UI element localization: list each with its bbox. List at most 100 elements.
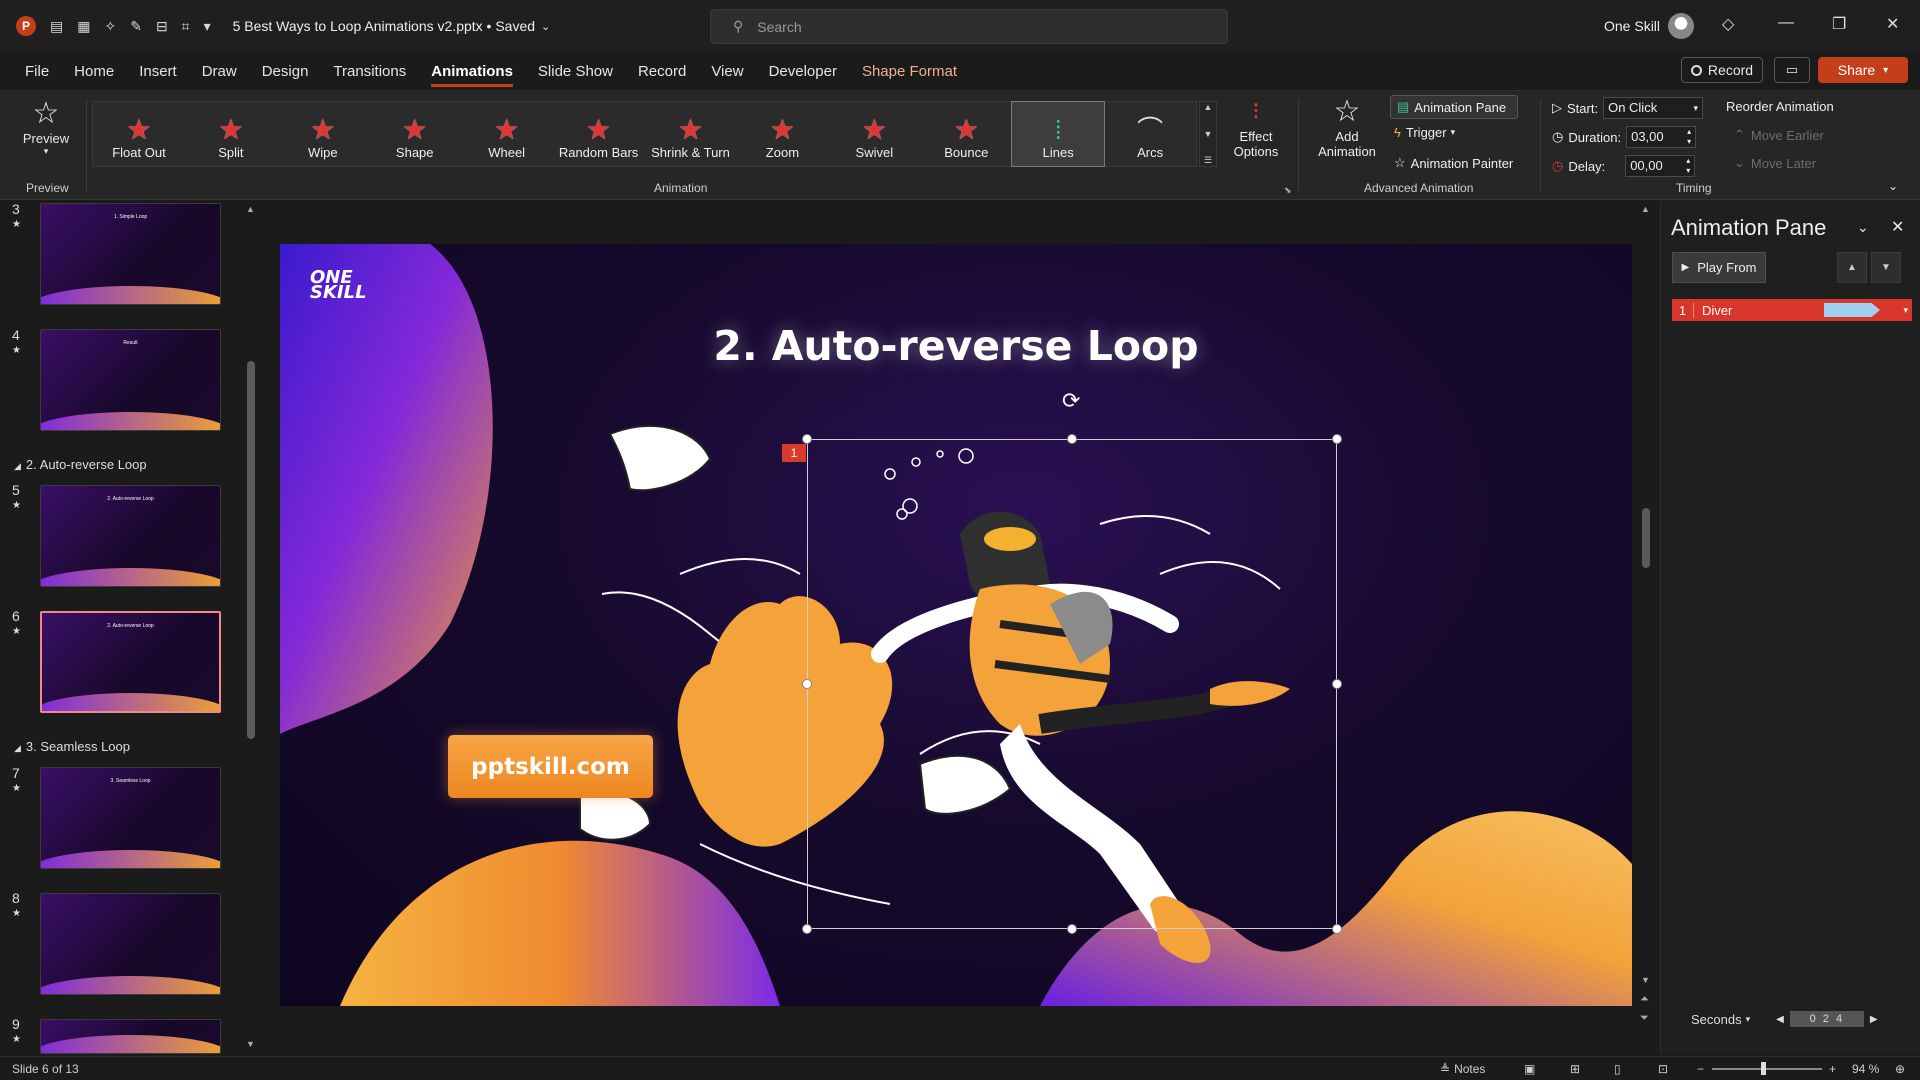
- tab-transitions[interactable]: Transitions: [333, 63, 406, 80]
- move-later-button[interactable]: ⌄ Move Later: [1734, 155, 1816, 171]
- animation-painter-button[interactable]: ☆ Animation Painter: [1394, 155, 1513, 171]
- slide-canvas[interactable]: ONE SKILL 2. Auto-reverse Loop pptskill.…: [280, 244, 1632, 1006]
- anim-shape[interactable]: ★ Shape: [369, 102, 461, 166]
- anim-swivel[interactable]: ★ Swivel: [828, 102, 920, 166]
- spinner-icon[interactable]: ▴ ▾: [1687, 127, 1691, 147]
- close-icon[interactable]: ✕: [1891, 217, 1904, 237]
- diamond-icon[interactable]: ◇: [1722, 14, 1734, 34]
- slide-thumbnail-8[interactable]: [40, 893, 221, 995]
- tab-design[interactable]: Design: [262, 63, 309, 80]
- resize-handle[interactable]: [1332, 924, 1342, 934]
- record-button[interactable]: Record: [1681, 57, 1763, 83]
- tab-view[interactable]: View: [711, 63, 743, 80]
- anim-shrink-turn[interactable]: ★ Shrink & Turn: [645, 102, 737, 166]
- zoom-out-icon[interactable]: −: [1697, 1062, 1704, 1076]
- anim-wipe[interactable]: ★ Wipe: [277, 102, 369, 166]
- customize-toolbar-icon[interactable]: ▾: [204, 18, 211, 35]
- search-box[interactable]: ⚲ Search: [710, 9, 1228, 44]
- resize-handle[interactable]: [802, 924, 812, 934]
- animation-list-item[interactable]: 1 Diver ▾: [1672, 299, 1912, 321]
- notes-button[interactable]: ≜ Notes: [1440, 1062, 1485, 1076]
- slide-sorter-icon[interactable]: ⊞: [1570, 1062, 1580, 1076]
- animation-order-badge[interactable]: 1: [782, 444, 806, 462]
- slide-scrollbar[interactable]: [1642, 508, 1650, 568]
- zoom-level[interactable]: 94 %: [1852, 1062, 1879, 1076]
- layout-icon[interactable]: ▦: [77, 18, 90, 35]
- add-animation-button[interactable]: ☆ Add Animation: [1304, 95, 1390, 159]
- dialog-launcher-icon[interactable]: ⬊: [1284, 185, 1292, 196]
- preview-button[interactable]: ☆ Preview ▾: [14, 97, 78, 157]
- anim-float-out[interactable]: ★ Float Out: [93, 102, 185, 166]
- chevron-down-icon[interactable]: ⌄: [541, 20, 550, 33]
- tab-animations[interactable]: Animations: [431, 63, 513, 87]
- anim-split[interactable]: ★ Split: [185, 102, 277, 166]
- restore-icon[interactable]: ❐: [1832, 14, 1846, 34]
- shape-icon[interactable]: ✧: [104, 18, 116, 35]
- resize-handle[interactable]: [1067, 434, 1077, 444]
- chevron-down-icon[interactable]: ▾: [1746, 1014, 1751, 1025]
- slide-thumbnail-4[interactable]: Result: [40, 329, 221, 431]
- anim-zoom[interactable]: ★ Zoom: [736, 102, 828, 166]
- scroll-down-icon[interactable]: ▼: [1641, 975, 1650, 985]
- comments-button[interactable]: ▭: [1774, 57, 1810, 83]
- timeline-unit[interactable]: Seconds: [1691, 1012, 1742, 1027]
- draw-icon[interactable]: ✎: [130, 18, 142, 35]
- previous-slide-icon[interactable]: ⏶: [1640, 993, 1649, 1006]
- zoom-in-icon[interactable]: +: [1829, 1062, 1836, 1076]
- resize-handle[interactable]: [1332, 434, 1342, 444]
- tab-draw[interactable]: Draw: [202, 63, 237, 80]
- minimize-icon[interactable]: —: [1778, 14, 1794, 32]
- move-up-button[interactable]: ▲: [1837, 252, 1867, 283]
- reading-view-icon[interactable]: ▯: [1614, 1062, 1621, 1076]
- rotate-handle-icon[interactable]: ⟳: [1062, 388, 1080, 414]
- scroll-down-icon[interactable]: ▼: [246, 1039, 255, 1049]
- slide-thumbnail-3[interactable]: 1. Simple Loop: [40, 203, 221, 305]
- anim-arcs[interactable]: ⌒ Arcs: [1104, 102, 1196, 166]
- next-slide-icon[interactable]: ⏷: [1640, 1012, 1649, 1025]
- tab-shape-format[interactable]: Shape Format: [862, 63, 957, 80]
- tab-insert[interactable]: Insert: [139, 63, 177, 80]
- more-icon[interactable]: ☰: [1204, 155, 1212, 166]
- tab-record[interactable]: Record: [638, 63, 686, 80]
- resize-handle[interactable]: [802, 679, 812, 689]
- slide-thumbnail-6[interactable]: 2. Auto-reverse Loop: [40, 611, 221, 713]
- play-from-button[interactable]: ▶ Play From: [1672, 252, 1766, 283]
- section-header[interactable]: ◢ 3. Seamless Loop: [14, 739, 130, 754]
- section-header[interactable]: ◢ 2. Auto-reverse Loop: [14, 457, 147, 472]
- collapse-ribbon-icon[interactable]: ⌄: [1888, 179, 1898, 193]
- close-icon[interactable]: ✕: [1886, 14, 1899, 34]
- anim-random-bars[interactable]: ★ Random Bars: [553, 102, 645, 166]
- chevron-down-icon[interactable]: ⌄: [1857, 219, 1869, 236]
- effect-options-button[interactable]: ⁝ Effect Options: [1222, 95, 1290, 159]
- autosave-icon[interactable]: ▤: [50, 18, 63, 35]
- duration-input[interactable]: 03,00 ▴ ▾: [1626, 126, 1697, 148]
- move-down-button[interactable]: ▼: [1871, 252, 1901, 283]
- anim-bounce[interactable]: ★ Bounce: [920, 102, 1012, 166]
- trigger-button[interactable]: ϟ Trigger ▾: [1394, 125, 1455, 140]
- tab-file[interactable]: File: [25, 63, 49, 80]
- selection-box[interactable]: [807, 439, 1337, 929]
- thumbnail-scrollbar[interactable]: [247, 361, 255, 739]
- resize-handle[interactable]: [1067, 924, 1077, 934]
- anim-wheel[interactable]: ★ Wheel: [461, 102, 553, 166]
- crop-icon[interactable]: ⌗: [182, 18, 190, 35]
- gallery-scroll[interactable]: ▲ ▼ ☰: [1199, 101, 1217, 167]
- resize-handle[interactable]: [802, 434, 812, 444]
- chevron-left-icon[interactable]: ◀: [1776, 1014, 1784, 1025]
- align-icon[interactable]: ⊟: [156, 18, 168, 35]
- fit-slide-icon[interactable]: ⊕: [1895, 1062, 1905, 1076]
- resize-handle[interactable]: [1332, 679, 1342, 689]
- normal-view-icon[interactable]: ▣: [1524, 1062, 1535, 1076]
- tab-home[interactable]: Home: [74, 63, 114, 80]
- slide-thumbnail-9[interactable]: [40, 1019, 221, 1054]
- chevron-up-icon[interactable]: ▲: [1204, 102, 1213, 112]
- chevron-down-icon[interactable]: ▾: [1903, 305, 1908, 316]
- tab-slide-show[interactable]: Slide Show: [538, 63, 613, 80]
- spinner-icon[interactable]: ▴ ▾: [1686, 156, 1690, 176]
- tab-developer[interactable]: Developer: [769, 63, 837, 80]
- zoom-slider-thumb[interactable]: [1761, 1062, 1766, 1075]
- timing-bar[interactable]: [1824, 303, 1880, 317]
- avatar[interactable]: [1668, 13, 1694, 39]
- user-name[interactable]: One Skill: [1604, 18, 1660, 34]
- scroll-up-icon[interactable]: ▲: [1641, 204, 1650, 214]
